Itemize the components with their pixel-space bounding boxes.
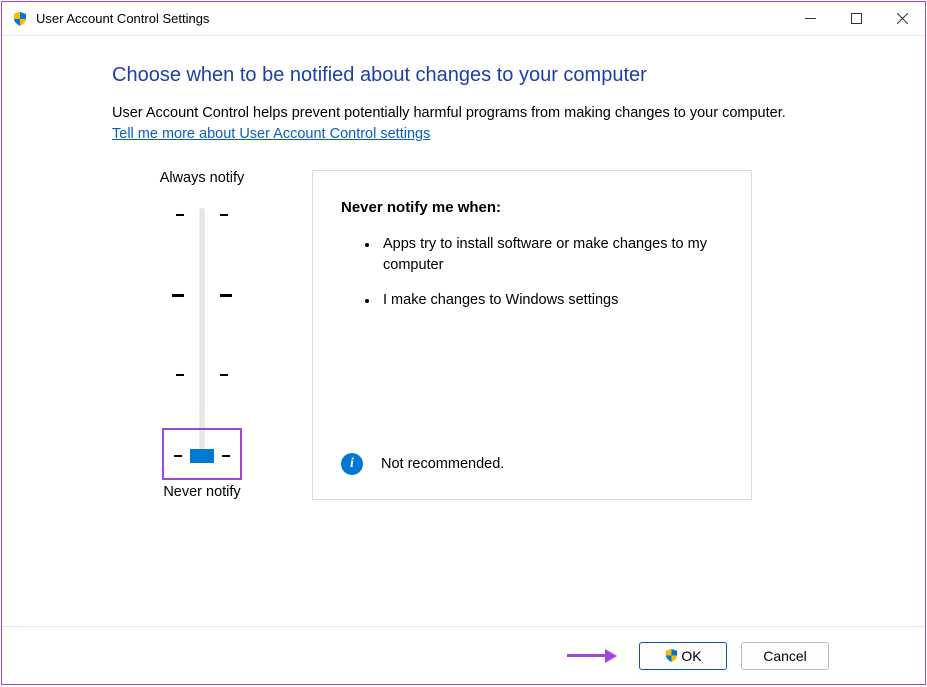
info-panel: Never notify me when: Apps try to instal… — [312, 170, 752, 500]
shield-icon — [664, 648, 679, 663]
ok-button[interactable]: OK — [639, 642, 727, 670]
arrow-annotation — [567, 649, 617, 663]
slider-label-always: Always notify — [160, 170, 245, 186]
learn-more-link[interactable]: Tell me more about User Account Control … — [112, 126, 430, 142]
notification-slider: Always notify — [132, 170, 272, 500]
shield-icon — [12, 11, 28, 27]
titlebar: User Account Control Settings — [2, 2, 925, 36]
maximize-button[interactable] — [833, 2, 879, 35]
content-area: Choose when to be notified about changes… — [2, 36, 925, 626]
page-headline: Choose when to be notified about changes… — [112, 64, 825, 87]
info-bullet: Apps try to install software or make cha… — [379, 234, 723, 276]
bottom-bar: OK Cancel — [2, 626, 925, 684]
cancel-button[interactable]: Cancel — [741, 642, 829, 670]
info-panel-footer: i Not recommended. — [341, 453, 723, 475]
window-controls — [787, 2, 925, 35]
main-row: Always notify — [132, 170, 825, 500]
slider-label-never: Never notify — [163, 484, 240, 500]
info-bullet: I make changes to Windows settings — [379, 290, 723, 311]
minimize-button[interactable] — [787, 2, 833, 35]
uac-settings-window: User Account Control Settings Choose whe… — [1, 1, 926, 685]
page-description: User Account Control helps prevent poten… — [112, 105, 825, 121]
window-title: User Account Control Settings — [36, 11, 787, 26]
info-icon: i — [341, 453, 363, 475]
recommendation-text: Not recommended. — [381, 456, 504, 472]
info-panel-title: Never notify me when: — [341, 199, 723, 216]
ok-button-label: OK — [681, 648, 701, 664]
info-panel-list: Apps try to install software or make cha… — [341, 234, 723, 325]
slider-track[interactable] — [164, 200, 240, 470]
close-button[interactable] — [879, 2, 925, 35]
slider-thumb[interactable] — [190, 449, 214, 463]
cancel-button-label: Cancel — [763, 648, 807, 664]
slider-highlight — [162, 428, 242, 480]
